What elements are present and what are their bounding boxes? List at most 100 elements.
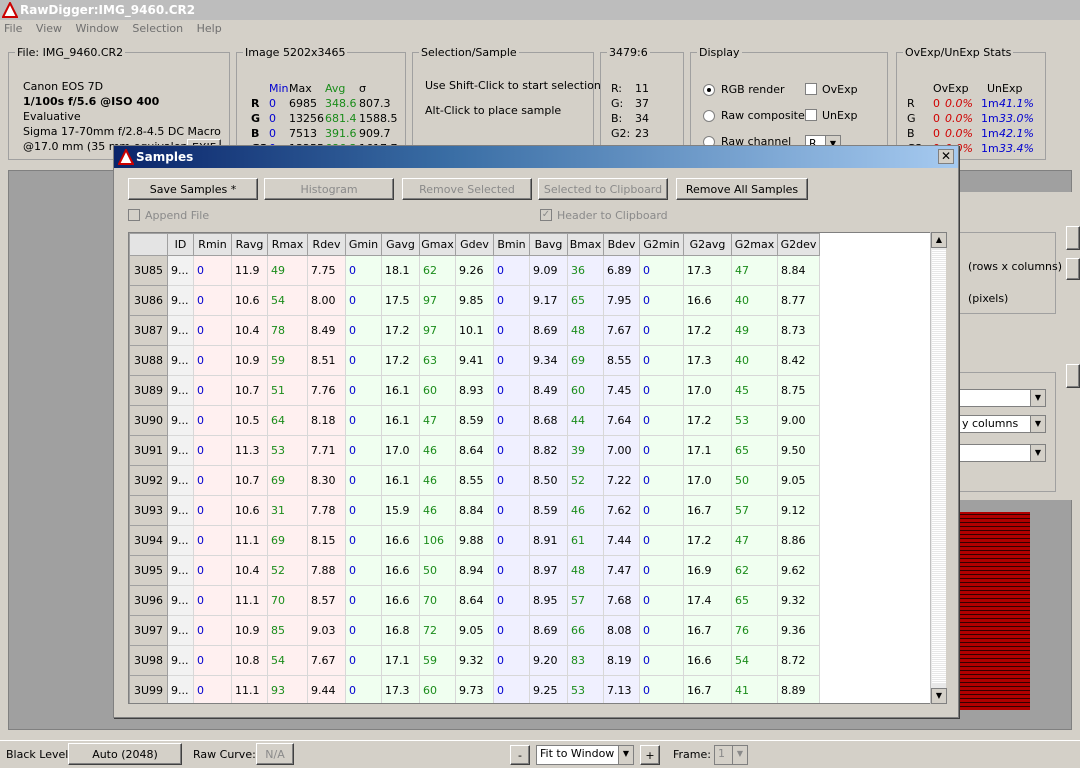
selected-to-clipboard-button[interactable]: Selected to Clipboard (538, 178, 668, 200)
col-rdev[interactable]: Rdev (307, 233, 346, 256)
row-header[interactable]: 3U94 (129, 525, 168, 556)
header-clipboard-checkbox[interactable]: ✓ (540, 209, 552, 221)
table-cell: 8.91 (529, 525, 568, 556)
col-ravg[interactable]: Ravg (231, 233, 268, 256)
table-cell: 17.2 (683, 525, 732, 556)
zoom-select[interactable]: Fit to Window ▼ (536, 745, 634, 765)
table-row[interactable]: 3U91 9... 0 11.3 53 7.71 0 17.0 46 8.64 0 8.82 39 7.0… (129, 435, 820, 466)
table-row[interactable]: 3U85 9... 0 11.9 49 7.75 0 18.1 62 9.26 0 9.09 36 6.8… (129, 255, 820, 286)
black-level-button[interactable]: Auto (2048) (68, 743, 182, 765)
row-header[interactable]: 3U92 (129, 465, 168, 496)
rgb-render-radio[interactable] (703, 84, 715, 96)
scrollbar-track[interactable] (932, 250, 946, 684)
col-rmax[interactable]: Rmax (267, 233, 308, 256)
col-gdev[interactable]: Gdev (455, 233, 494, 256)
table-row[interactable]: 3U86 9... 0 10.6 54 8.00 0 17.5 97 9.85 0 9.17 65 7.9… (129, 285, 820, 316)
row-header[interactable]: 3U86 (129, 285, 168, 316)
exposure-info: 1/100s f/5.6 @ISO 400 (23, 95, 160, 108)
ovexp-checkbox[interactable] (805, 83, 817, 95)
table-row[interactable]: 3U92 9... 0 10.7 69 8.30 0 16.1 46 8.55 0 8.50 52 7.2… (129, 465, 820, 496)
row-header[interactable]: 3U98 (129, 645, 168, 676)
table-cell: 8.68 (529, 405, 568, 436)
table-cell: 7.47 (603, 555, 640, 586)
col-bmin[interactable]: Bmin (493, 233, 530, 256)
col-gavg[interactable]: Gavg (381, 233, 420, 256)
unexp-checkbox[interactable] (805, 109, 817, 121)
grid-select-2[interactable]: y columns ▼ (958, 415, 1046, 433)
row-header[interactable]: 3U91 (129, 435, 168, 466)
scroll-up-icon[interactable]: ▲ (931, 232, 947, 248)
frame-select[interactable]: 1 ▼ (714, 745, 748, 765)
row-header[interactable]: 3U89 (129, 375, 168, 406)
grid-select-1[interactable]: ▼ (958, 389, 1046, 407)
col-g2min[interactable]: G2min (639, 233, 684, 256)
table-scrollbar[interactable]: ▲ ▼ (930, 232, 947, 704)
row-header[interactable]: 3U96 (129, 585, 168, 616)
table-row[interactable]: 3U89 9... 0 10.7 51 7.76 0 16.1 60 8.93 0 8.49 60 7.4… (129, 375, 820, 406)
col-id[interactable]: ID (167, 233, 194, 256)
menu-window[interactable]: Window (76, 22, 119, 35)
row-header[interactable]: 3U97 (129, 615, 168, 646)
stats-row-b: B 0 0.0% 1m 42.1% (907, 127, 1034, 140)
table-cell: 17.0 (683, 465, 732, 496)
grid-select-3[interactable]: ▼ (958, 444, 1046, 462)
table-cell: 8.59 (529, 495, 568, 526)
raw-composite-radio[interactable] (703, 110, 715, 122)
table-row[interactable]: 3U97 9... 0 10.9 85 9.03 0 16.8 72 9.05 0 8.69 66 8.0… (129, 615, 820, 646)
table-cell: 9.17 (529, 285, 568, 316)
menu-view[interactable]: View (36, 22, 62, 35)
table-row[interactable]: 3U96 9... 0 11.1 70 8.57 0 16.6 70 8.64 0 8.95 57 7.6… (129, 585, 820, 616)
zoom-out-button[interactable]: - (510, 745, 530, 765)
col-bavg[interactable]: Bavg (529, 233, 568, 256)
row-header[interactable]: 3U85 (129, 255, 168, 286)
row-header[interactable]: 3U88 (129, 345, 168, 376)
histogram-button[interactable]: Histogram (264, 178, 394, 200)
table-row[interactable]: 3U94 9... 0 11.1 69 8.15 0 16.6 106 9.88 0 8.91 61 7.… (129, 525, 820, 556)
table-row[interactable]: 3U87 9... 0 10.4 78 8.49 0 17.2 97 10.1 0 8.69 48 7.6… (129, 315, 820, 346)
close-icon[interactable]: ✕ (938, 149, 954, 164)
menu-help[interactable]: Help (197, 22, 222, 35)
table-cell: 10.6 (231, 285, 268, 316)
col-rmin[interactable]: Rmin (193, 233, 232, 256)
display-panel-title: Display (699, 46, 740, 59)
row-header[interactable]: 3U90 (129, 405, 168, 436)
col-bmax[interactable]: Bmax (567, 233, 604, 256)
table-cell: 31 (267, 495, 308, 526)
table-row[interactable]: 3U98 9... 0 10.8 54 7.67 0 17.1 59 9.32 0 9.20 83 8.1… (129, 645, 820, 676)
menu-bar: File View Window Selection Help (0, 20, 1080, 39)
table-cell: 78 (267, 315, 308, 346)
app-icon (2, 2, 18, 18)
side-button-3[interactable] (1066, 364, 1080, 388)
row-header[interactable]: 3U93 (129, 495, 168, 526)
table-row[interactable]: 3U88 9... 0 10.9 59 8.51 0 17.2 63 9.41 0 9.34 69 8.5… (129, 345, 820, 376)
menu-file[interactable]: File (4, 22, 22, 35)
remove-all-samples-button[interactable]: Remove All Samples (676, 178, 808, 200)
row-header[interactable]: 3U99 (129, 675, 168, 703)
side-button-2[interactable] (1066, 258, 1080, 280)
table-row[interactable]: 3U99 9... 0 11.1 93 9.44 0 17.3 60 9.73 0 9.25 53 7.1… (129, 675, 820, 703)
row-header[interactable]: 3U87 (129, 315, 168, 346)
row-header[interactable]: 3U95 (129, 555, 168, 586)
col-g2avg[interactable]: G2avg (683, 233, 732, 256)
raw-curve-button[interactable]: N/A (256, 743, 294, 765)
table-row[interactable]: 3U93 9... 0 10.6 31 7.78 0 15.9 46 8.84 0 8.59 46 7.6… (129, 495, 820, 526)
table-cell: 9.32 (777, 585, 820, 616)
table-row[interactable]: 3U95 9... 0 10.4 52 7.88 0 16.6 50 8.94 0 8.97 48 7.4… (129, 555, 820, 586)
col-g2dev[interactable]: G2dev (777, 233, 820, 256)
col-gmin[interactable]: Gmin (345, 233, 382, 256)
col-g2max[interactable]: G2max (731, 233, 778, 256)
side-button-1[interactable] (1066, 226, 1080, 250)
col-bdev[interactable]: Bdev (603, 233, 640, 256)
scroll-down-icon[interactable]: ▼ (931, 688, 947, 704)
remove-selected-button[interactable]: Remove Selected (402, 178, 532, 200)
menu-selection[interactable]: Selection (132, 22, 183, 35)
dialog-title-bar[interactable]: Samples (114, 146, 958, 168)
zoom-in-button[interactable]: + (640, 745, 660, 765)
table-row[interactable]: 3U90 9... 0 10.5 64 8.18 0 16.1 47 8.59 0 8.68 44 7.6… (129, 405, 820, 436)
save-samples-button[interactable]: Save Samples * (128, 178, 258, 200)
table-cell: 7.68 (603, 585, 640, 616)
file-info-panel: File: IMG_9460.CR2 Canon EOS 7D 1/100s f… (8, 46, 230, 160)
append-file-checkbox[interactable] (128, 209, 140, 221)
col-gmax[interactable]: Gmax (419, 233, 456, 256)
table-cell: 44 (567, 405, 604, 436)
